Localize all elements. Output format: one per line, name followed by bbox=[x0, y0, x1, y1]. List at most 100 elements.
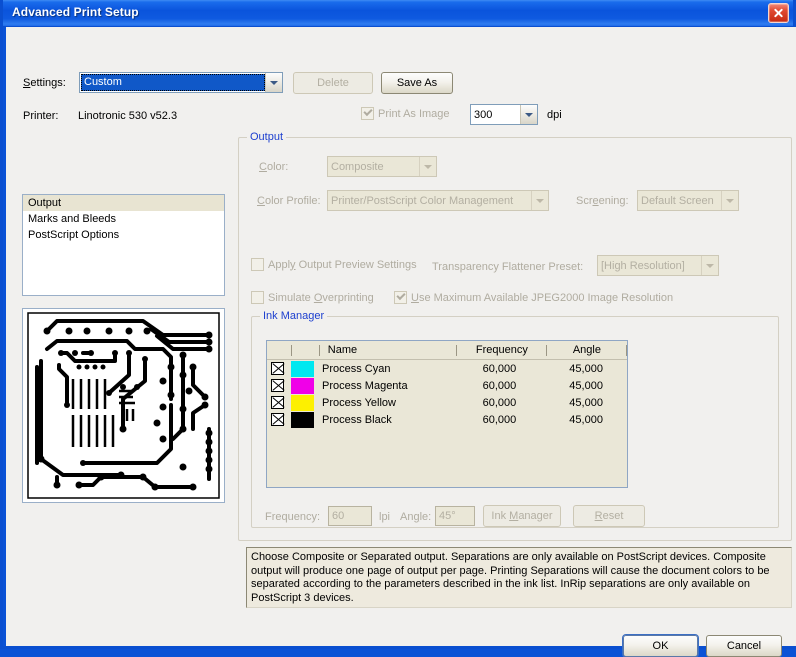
dialog-client-area: Settings: Custom Delete Save As Printer:… bbox=[6, 27, 796, 657]
delete-button-label: Delete bbox=[317, 77, 349, 89]
simulate-overprinting-checkbox[interactable]: Simulate Overprinting bbox=[251, 291, 374, 304]
save-as-button[interactable]: Save As bbox=[381, 72, 453, 94]
screening-combo[interactable]: Default Screen bbox=[637, 190, 739, 211]
description-text: Choose Composite or Separated output. Se… bbox=[246, 547, 792, 608]
settings-combo-value: Custom bbox=[81, 74, 265, 91]
ink-col-swatch bbox=[292, 341, 321, 360]
ink-visible-icon[interactable] bbox=[271, 379, 284, 392]
close-icon[interactable] bbox=[768, 3, 789, 23]
chevron-down-icon bbox=[419, 157, 436, 176]
output-group-title: Output bbox=[247, 131, 287, 143]
ink-angle: 45,000 bbox=[569, 396, 603, 409]
ink-col-frequency: Frequency bbox=[457, 341, 547, 360]
table-row[interactable]: Process Magenta 60,000 45,000 bbox=[267, 377, 627, 394]
chevron-down-icon bbox=[701, 256, 718, 275]
ink-col-visible bbox=[267, 341, 293, 360]
chevron-down-icon bbox=[520, 105, 537, 124]
reset-button[interactable]: Reset bbox=[573, 505, 645, 527]
checkbox-box bbox=[251, 258, 264, 271]
page-list-item-output[interactable]: Output bbox=[23, 195, 224, 211]
dpi-combo-value: 300 bbox=[474, 108, 493, 121]
printer-label: Printer: bbox=[23, 110, 59, 122]
page-list[interactable]: Output Marks and Bleeds PostScript Optio… bbox=[22, 194, 225, 296]
angle-field[interactable]: 45° bbox=[435, 506, 475, 526]
color-profile-combo[interactable]: Printer/PostScript Color Management bbox=[327, 190, 549, 211]
cancel-button[interactable]: Cancel bbox=[706, 635, 782, 657]
ink-frequency: 60,000 bbox=[482, 413, 517, 426]
checkbox-box bbox=[361, 106, 374, 120]
table-row[interactable]: Process Black 60,000 45,000 bbox=[267, 411, 627, 428]
ink-table-header: Name Frequency Angle bbox=[267, 341, 627, 360]
ink-manager-button[interactable]: Ink Manager bbox=[483, 505, 561, 527]
reset-button-label: Reset bbox=[594, 510, 624, 522]
color-combo-value: Composite bbox=[331, 160, 384, 173]
ink-visible-icon[interactable] bbox=[271, 396, 284, 409]
page-list-item-postscript-options[interactable]: PostScript Options bbox=[23, 227, 224, 243]
ink-frequency: 60,000 bbox=[482, 362, 517, 375]
ok-button[interactable]: OK bbox=[623, 635, 698, 657]
frequency-field[interactable]: 60 bbox=[328, 506, 372, 526]
ink-list-table[interactable]: Name Frequency Angle Process Cyan 60,000… bbox=[266, 340, 628, 488]
cancel-button-label: Cancel bbox=[726, 640, 762, 652]
simulate-overprinting-label: Simulate Overprinting bbox=[268, 291, 374, 304]
page-list-item-marks-and-bleeds[interactable]: Marks and Bleeds bbox=[23, 211, 224, 227]
color-profile-label: Color Profile: bbox=[257, 195, 321, 207]
ink-col-angle: Angle bbox=[547, 341, 627, 360]
ink-name: Process Magenta bbox=[322, 379, 408, 392]
title-bar: Advanced Print Setup bbox=[3, 0, 793, 27]
ink-color-swatch bbox=[291, 394, 314, 411]
ink-color-swatch bbox=[291, 360, 314, 377]
ink-visible-icon[interactable] bbox=[271, 413, 284, 426]
chevron-down-icon bbox=[531, 191, 548, 210]
color-label: Color: bbox=[259, 161, 289, 173]
ink-angle: 45,000 bbox=[569, 362, 603, 375]
ink-angle: 45,000 bbox=[569, 413, 603, 426]
color-combo[interactable]: Composite bbox=[327, 156, 437, 177]
checkbox-box bbox=[394, 290, 407, 304]
ink-color-swatch bbox=[291, 411, 314, 428]
lpi-label: lpi bbox=[379, 511, 391, 523]
frequency-label: Frequency: bbox=[265, 511, 321, 523]
chevron-down-icon bbox=[721, 191, 738, 210]
ink-visible-icon[interactable] bbox=[271, 362, 284, 375]
advanced-print-setup-window: Advanced Print Setup Settings: Custom De… bbox=[0, 0, 796, 657]
pcb-preview-image bbox=[23, 309, 224, 502]
flattener-combo-value: [High Resolution] bbox=[601, 259, 685, 272]
color-profile-combo-value: Printer/PostScript Color Management bbox=[331, 194, 514, 207]
table-row[interactable]: Process Yellow 60,000 45,000 bbox=[267, 394, 627, 411]
save-as-button-label: Save As bbox=[396, 77, 438, 89]
dpi-combo[interactable]: 300 bbox=[470, 104, 538, 125]
ink-frequency: 60,000 bbox=[482, 396, 517, 409]
ink-manager-group-title: Ink Manager bbox=[260, 310, 328, 322]
flattener-combo[interactable]: [High Resolution] bbox=[597, 255, 719, 276]
ink-name: Process Black bbox=[322, 413, 392, 426]
window-title: Advanced Print Setup bbox=[12, 5, 139, 19]
apply-output-preview-label: Apply Output Preview Settings bbox=[268, 258, 417, 271]
ink-name: Process Cyan bbox=[322, 362, 391, 375]
chevron-down-icon bbox=[265, 73, 282, 92]
document-preview bbox=[22, 308, 225, 503]
ink-manager-button-label: Ink Manager bbox=[491, 510, 553, 522]
ink-color-swatch bbox=[291, 377, 314, 394]
settings-combo[interactable]: Custom bbox=[79, 72, 283, 93]
table-row[interactable]: Process Cyan 60,000 45,000 bbox=[267, 360, 627, 377]
screening-combo-value: Default Screen bbox=[641, 194, 714, 207]
print-as-image-label: Print As Image bbox=[378, 107, 450, 120]
print-as-image-checkbox[interactable]: Print As Image bbox=[361, 106, 450, 120]
angle-label: Angle: bbox=[400, 511, 432, 523]
delete-button[interactable]: Delete bbox=[293, 72, 373, 94]
apply-output-preview-checkbox[interactable]: Apply Output Preview Settings bbox=[251, 258, 417, 271]
jpeg2000-label: Use Maximum Available JPEG2000 Image Res… bbox=[411, 291, 674, 304]
jpeg2000-checkbox[interactable]: Use Maximum Available JPEG2000 Image Res… bbox=[394, 290, 674, 304]
ok-button-label: OK bbox=[652, 640, 669, 652]
dpi-unit-label: dpi bbox=[547, 109, 562, 121]
settings-label: Settings: bbox=[23, 77, 66, 89]
printer-value: Linotronic 530 v52.3 bbox=[78, 110, 178, 122]
ink-angle: 45,000 bbox=[569, 379, 603, 392]
screening-label: Screening: bbox=[576, 195, 629, 207]
ink-name: Process Yellow bbox=[322, 396, 396, 409]
ink-col-name: Name bbox=[320, 341, 457, 360]
flattener-label: Transparency Flattener Preset: bbox=[432, 261, 584, 273]
ink-frequency: 60,000 bbox=[482, 379, 517, 392]
checkbox-box bbox=[251, 291, 264, 304]
